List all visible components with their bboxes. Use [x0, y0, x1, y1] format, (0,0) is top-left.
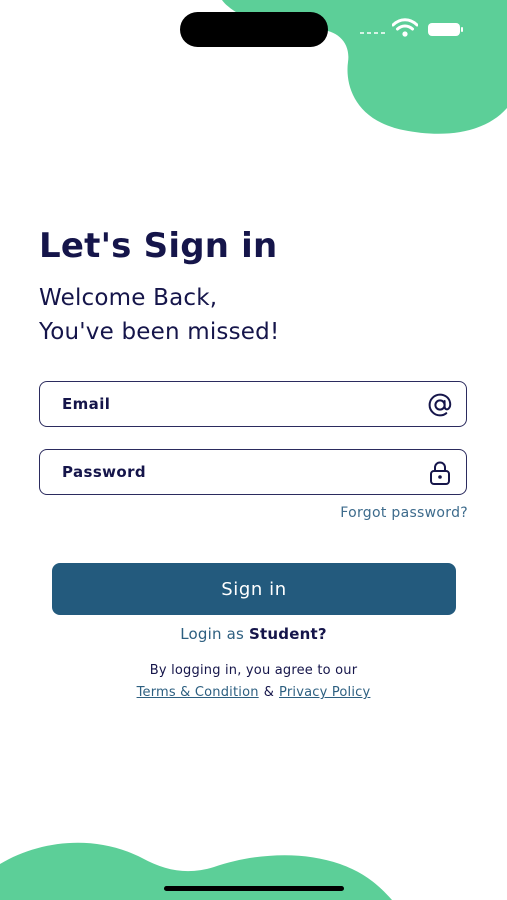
welcome-subtitle-line2: You've been missed!	[39, 319, 280, 345]
bottom-decorative-blob	[0, 842, 392, 900]
welcome-subtitle-line1: Welcome Back,	[39, 285, 218, 311]
email-field[interactable]	[39, 381, 467, 427]
page-title: Let's Sign in	[39, 226, 278, 266]
legal-links: Terms & Condition & Privacy Policy	[0, 685, 507, 700]
lock-icon	[430, 461, 450, 485]
status-bar-right	[356, 16, 466, 42]
password-input[interactable]	[62, 450, 422, 494]
privacy-policy-link[interactable]: Privacy Policy	[279, 685, 370, 700]
home-indicator	[164, 886, 344, 891]
forgot-password-link[interactable]: Forgot password?	[340, 505, 468, 521]
login-as-prefix: Login as	[180, 625, 250, 643]
dynamic-island	[180, 12, 328, 47]
login-as-row: Login as Student?	[0, 625, 507, 643]
terms-link[interactable]: Terms & Condition	[137, 685, 259, 700]
password-field[interactable]	[39, 449, 467, 495]
sign-in-button[interactable]: Sign in	[52, 563, 456, 615]
agreement-text: By logging in, you agree to our	[149, 663, 358, 678]
login-as-student-link[interactable]: Student?	[249, 625, 327, 643]
email-input[interactable]	[62, 382, 422, 426]
at-sign-icon	[428, 393, 452, 417]
battery-icon	[428, 23, 463, 36]
wifi-icon	[392, 18, 418, 37]
cellular-signal-icon	[360, 32, 385, 34]
legal-separator: &	[263, 685, 275, 700]
